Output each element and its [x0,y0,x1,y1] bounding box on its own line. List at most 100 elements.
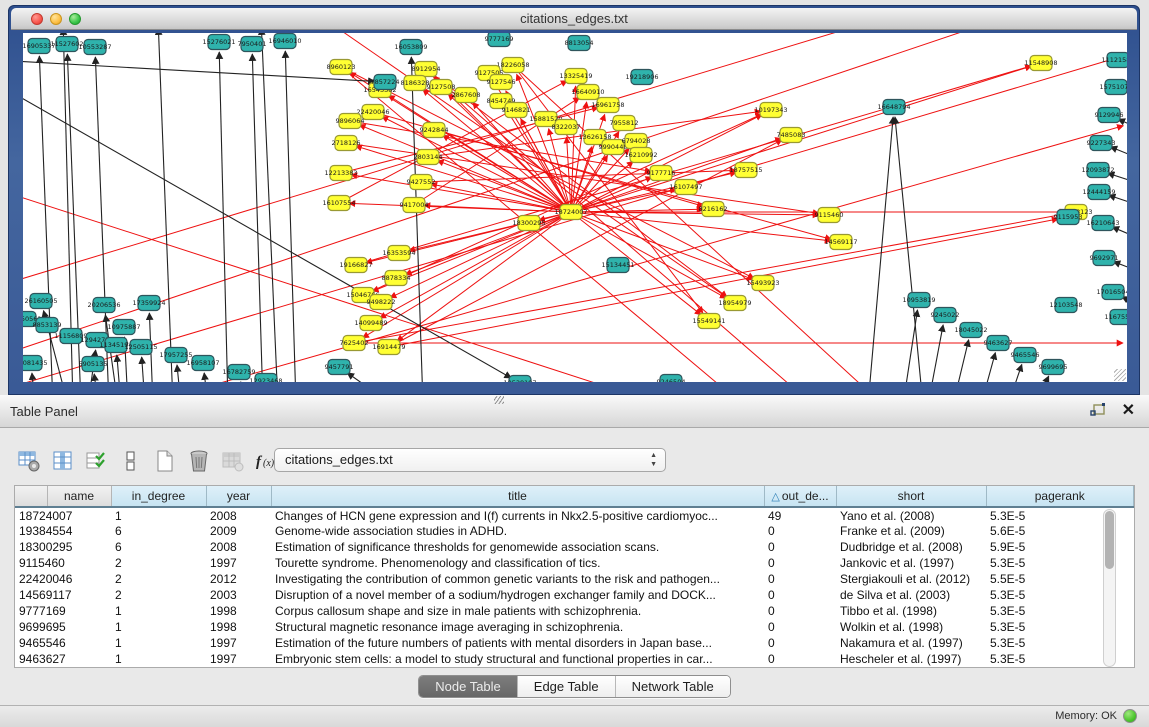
table-row[interactable]: 977716911998Corpus callosum shape and si… [15,603,1134,619]
import-table-icon[interactable] [220,448,246,474]
cell[interactable]: Nakamura et al. (1997) [836,635,986,651]
graph-node[interactable]: 9457791 [325,360,354,375]
table-row[interactable]: 2242004622012Investigating the contribut… [15,571,1134,587]
graph-node[interactable]: 15276021 [202,35,235,50]
cell[interactable]: 0 [764,523,836,539]
cell[interactable]: 1 [111,635,206,651]
memory-ok-icon[interactable] [1123,709,1137,723]
graph-node[interactable]: 7950401 [238,37,267,52]
table-row[interactable]: 1872400712008Changes of HCN gene express… [15,507,1134,523]
tab-node-table[interactable]: Node Table [419,676,518,697]
graph-node[interactable]: 9146821 [502,103,531,118]
cell[interactable]: Estimation of the future numbers of pati… [271,635,764,651]
cell[interactable]: 2 [111,587,206,603]
graph-node[interactable]: 9463627 [984,336,1013,351]
cell[interactable]: 0 [764,539,836,555]
graph-node[interactable]: 9896064 [336,114,365,129]
graph-node[interactable]: 15751074 [1099,80,1127,95]
cell[interactable]: 2008 [206,539,271,555]
cell[interactable]: 6 [111,523,206,539]
cell[interactable]: 49 [764,507,836,523]
cell[interactable]: 14569117 [15,587,111,603]
graph-node[interactable]: 12444159 [1082,185,1115,200]
cell[interactable]: 9777169 [15,603,111,619]
cell[interactable]: 0 [764,587,836,603]
cell[interactable]: 9699695 [15,619,111,635]
graph-node[interactable]: 9692971 [1090,251,1119,266]
cell[interactable]: Hescheler et al. (1997) [836,651,986,667]
graph-node[interactable]: 17359924 [132,296,165,311]
graph-node[interactable]: 7625402 [340,336,369,351]
graph-node[interactable]: 9246504 [657,375,686,383]
cell[interactable]: 9115460 [15,555,111,571]
graph-node[interactable]: 6794028 [622,134,651,149]
cell[interactable]: Tibbo et al. (1998) [836,603,986,619]
graph-node[interactable]: 7485083 [777,128,806,143]
cell[interactable]: 0 [764,571,836,587]
graph-node[interactable]: 8853139 [33,318,62,333]
graph-node[interactable]: 12103548 [1049,298,1082,313]
delete-table-icon[interactable] [186,448,212,474]
graph-node[interactable]: 7955812 [610,116,639,131]
graph-node[interactable]: 9699695 [1039,360,1068,375]
cell[interactable]: 1 [111,651,206,667]
cell[interactable]: Yano et al. (2008) [836,507,986,523]
graph-node[interactable]: 18045022 [954,323,987,338]
graph-node[interactable]: 9245022 [931,308,960,323]
cell[interactable]: Estimation of significance thresholds fo… [271,539,764,555]
graph-node[interactable]: 9465546 [1011,348,1040,363]
graph-node[interactable]: 10975887 [107,320,140,335]
edit-columns-icon[interactable] [84,448,110,474]
cell[interactable]: 0 [764,635,836,651]
cell[interactable]: 18724007 [15,507,111,523]
cell[interactable]: 1 [111,619,206,635]
graph-node[interactable]: 11675533 [1104,310,1127,325]
graph-node[interactable]: 9177716 [647,166,676,181]
graph-node[interactable]: 16648794 [877,100,910,115]
table-row[interactable]: 1938455462009Genome-wide association stu… [15,523,1134,539]
cell[interactable]: Stergiakouli et al. (2012) [836,571,986,587]
graph-node[interactable]: 16353594 [382,246,415,261]
graph-node[interactable]: 8813054 [565,36,594,51]
cell[interactable]: Changes of HCN gene expression and I(f) … [271,507,764,523]
graph-node[interactable]: 9129946 [1095,108,1124,123]
graph-node[interactable]: 9417004 [400,198,429,213]
graph-node[interactable]: 11121580 [1101,53,1127,68]
cell[interactable]: Franke et al. (2009) [836,523,986,539]
cell[interactable]: Dudbridge et al. (2008) [836,539,986,555]
graph-node[interactable]: 9127546 [487,75,516,90]
graph-node[interactable]: 8960123 [327,60,356,75]
cell[interactable]: 2009 [206,523,271,539]
cell[interactable]: 1998 [206,603,271,619]
graph-node[interactable]: 8912954 [412,62,441,77]
network-window-titlebar[interactable]: citations_edges.txt [11,8,1137,30]
cell[interactable]: 0 [764,619,836,635]
column-header-short[interactable]: short [836,486,986,507]
cell[interactable]: 9465546 [15,635,111,651]
graph-node[interactable]: 9427552 [407,175,436,190]
graph-node[interactable]: 16946010 [268,34,301,49]
table-row[interactable]: 1456911722003Disruption of a novel membe… [15,587,1134,603]
canvas-resize-grip[interactable] [1114,369,1126,381]
graph-node[interactable]: 2867608 [452,88,481,103]
graph-node[interactable]: 8216162 [699,202,728,217]
graph-node[interactable]: 13325419 [559,69,592,84]
tab-network-table[interactable]: Network Table [616,676,730,697]
cell[interactable]: 2012 [206,571,271,587]
cell[interactable]: Wolkin et al. (1998) [836,619,986,635]
cell[interactable]: 2 [111,571,206,587]
column-header-blank[interactable] [15,486,47,507]
graph-node[interactable]: 16053809 [394,40,427,55]
cell[interactable]: Structural magnetic resonance image aver… [271,619,764,635]
cell[interactable]: 1998 [206,619,271,635]
cell[interactable]: Disruption of a novel member of a sodium… [271,587,764,603]
graph-node[interactable]: 21081435 [23,356,48,371]
cell[interactable]: 2008 [206,507,271,523]
network-canvas[interactable]: 1872400718300295896012389129541822605891… [23,33,1127,382]
graph-node[interactable]: 2803144 [414,150,443,165]
cell[interactable]: 0 [764,651,836,667]
row-height-icon[interactable] [118,448,144,474]
graph-node[interactable]: 14569117 [824,235,857,250]
graph-node[interactable]: 19218906 [625,70,658,85]
graph-node[interactable]: 16107554 [322,196,355,211]
